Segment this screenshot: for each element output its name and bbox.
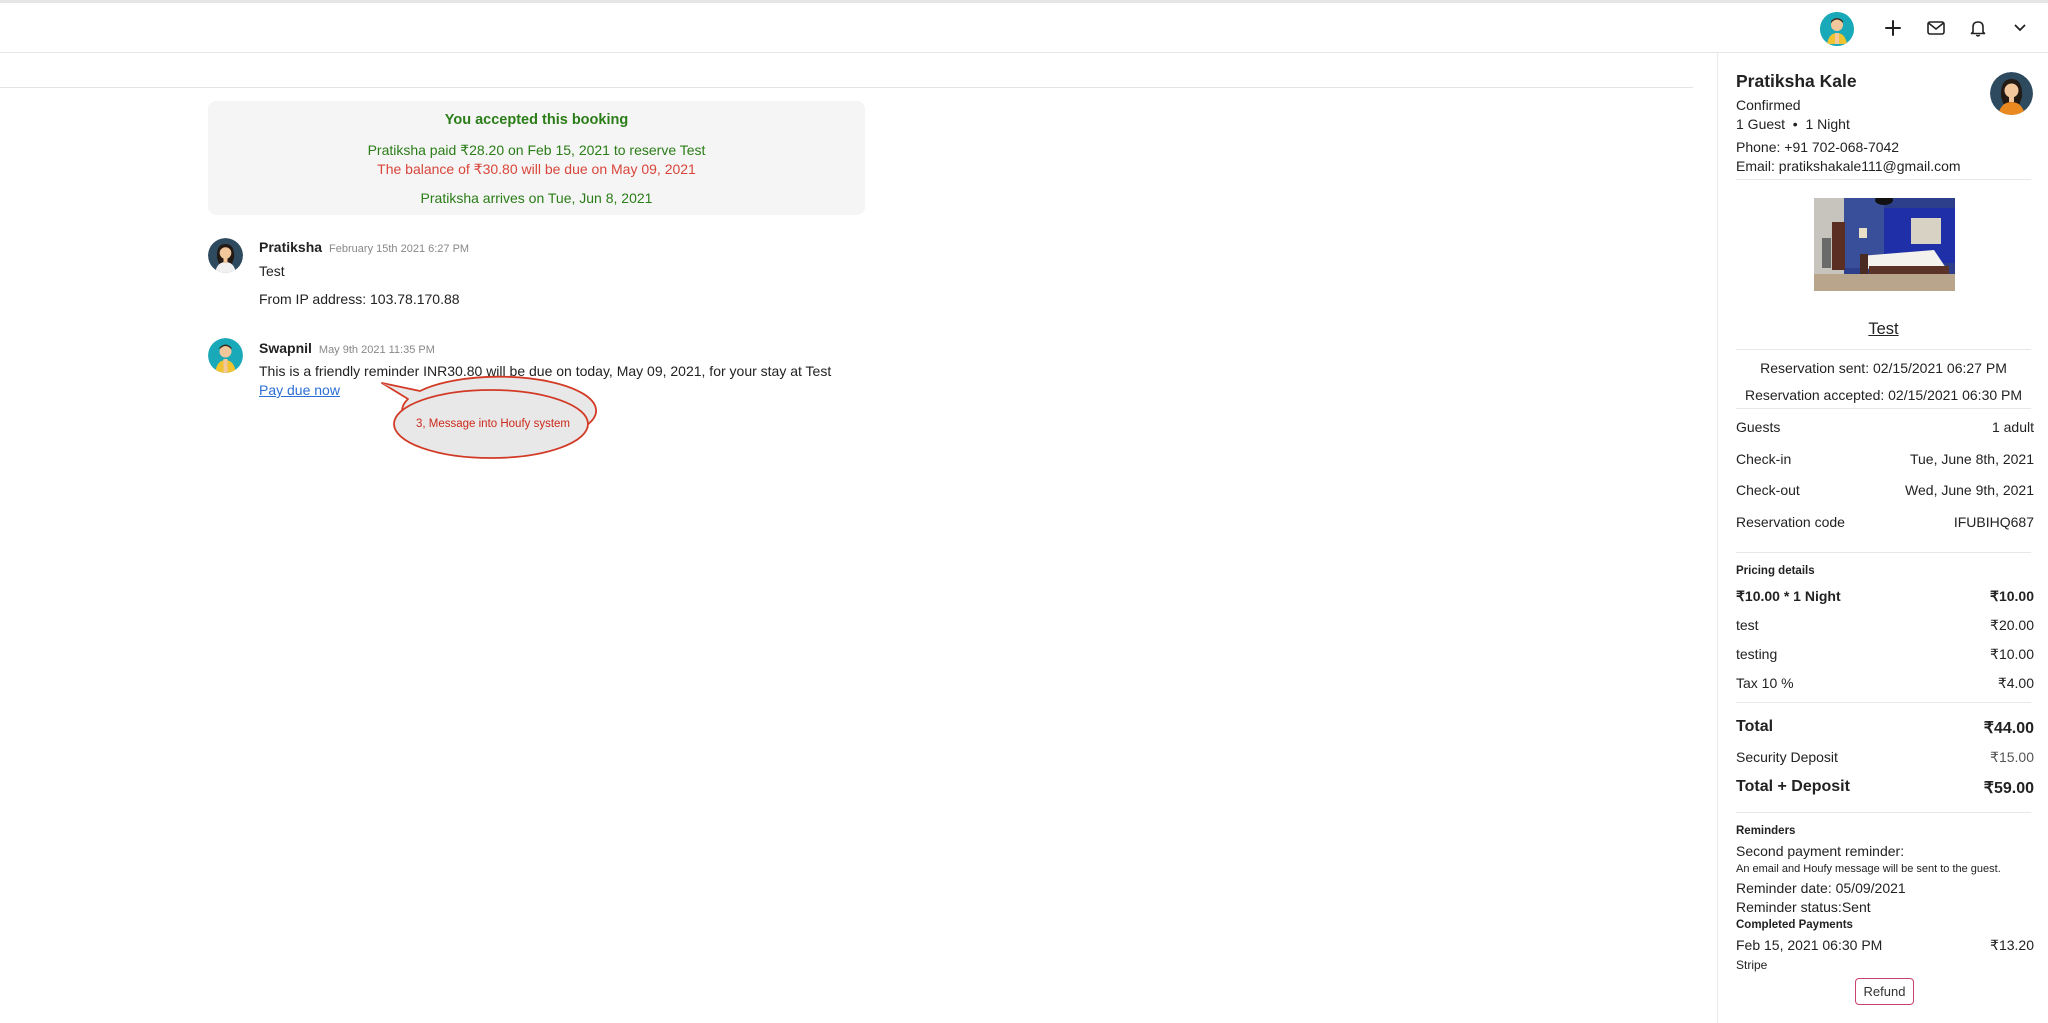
section-divider [1736, 702, 2031, 703]
chevron-down-icon[interactable] [2009, 17, 2031, 39]
message-timestamp: February 15th 2021 6:27 PM [329, 243, 470, 255]
detail-value-reservation-code: IFUBIHQ687 [1953, 514, 2034, 530]
booking-status: Confirmed [1736, 97, 1801, 113]
add-icon[interactable] [1882, 17, 1904, 39]
refund-button[interactable]: Refund [1855, 978, 1914, 1005]
detail-label-reservation-code: Reservation code [1736, 514, 1845, 530]
content-header-divider [0, 87, 1693, 88]
message-sender-name: Pratiksha [259, 239, 323, 255]
payment-date: Feb 15, 2021 06:30 PM [1736, 937, 1883, 953]
total-deposit-label: Total + Deposit [1736, 778, 1850, 795]
booking-status-card: You accepted this booking Pratiksha paid… [208, 101, 865, 215]
price-item-value: ₹10.00 [1990, 588, 2034, 604]
balance-due-line: The balance of ₹30.80 will be due on May… [377, 161, 696, 177]
payment-line: Pratiksha paid ₹28.20 on Feb 15, 2021 to… [367, 142, 706, 158]
detail-label-check-out: Check-out [1736, 482, 1800, 498]
price-item-label: test [1736, 617, 1759, 633]
section-divider [1736, 179, 2031, 180]
reminder-note: An email and Houfy message will be sent … [1736, 863, 2001, 875]
detail-value-check-in: Tue, June 8th, 2021 [1909, 451, 2034, 467]
mail-icon[interactable] [1925, 17, 1947, 39]
reminder-message-body: This is a friendly reminder INR30.80 wil… [259, 363, 832, 379]
bell-icon[interactable] [1967, 17, 1989, 39]
detail-value-guests: 1 adult [1991, 419, 2034, 435]
completed-payments-heading: Completed Payments [1736, 919, 1853, 931]
reminder-status: Reminder status:Sent [1736, 899, 1871, 915]
price-item-label: ₹10.00 * 1 Night [1736, 588, 1841, 604]
guest-name: Pratiksha Kale [1736, 71, 1857, 91]
pricing-heading: Pricing details [1736, 565, 1815, 577]
arrival-line: Pratiksha arrives on Tue, Jun 8, 2021 [420, 190, 653, 206]
reservation-sent: Reservation sent: 02/15/2021 06:27 PM [1760, 360, 2007, 376]
price-item-value: ₹10.00 [1990, 646, 2034, 662]
section-divider [1736, 812, 2031, 813]
price-item-value: ₹20.00 [1990, 617, 2034, 633]
payment-amount: ₹13.20 [1990, 937, 2034, 953]
sender-avatar [208, 238, 243, 273]
reminders-heading: Reminders [1736, 825, 1796, 837]
message-timestamp: May 9th 2021 11:35 PM [318, 344, 435, 356]
guest-email: Email: pratikshakale111@gmail.com [1736, 158, 1961, 174]
booking-accepted-title: You accepted this booking [444, 112, 629, 128]
total-value: ₹44.00 [1983, 720, 2034, 737]
message-sender: Pratiksha February 15th 2021 6:27 PM [259, 239, 469, 255]
pay-due-now-link[interactable]: Pay due now [259, 382, 340, 398]
price-item-label: testing [1736, 646, 1778, 662]
section-divider [1736, 349, 2031, 350]
sender-avatar [208, 338, 243, 373]
detail-label-guests: Guests [1736, 419, 1781, 435]
section-divider [1736, 408, 2031, 409]
message-sender: Swapnil May 9th 2021 11:35 PM [259, 340, 435, 356]
section-divider [1736, 552, 2031, 553]
user-avatar[interactable] [1820, 12, 1854, 46]
guests-nights-summary: 1 Guest • 1 Night [1736, 116, 1850, 132]
user-avatar-image [1820, 12, 1854, 46]
guest-avatar [1990, 72, 2033, 115]
security-deposit-label: Security Deposit [1736, 749, 1838, 765]
detail-label-check-in: Check-in [1736, 451, 1792, 467]
listing-title-link[interactable]: Test [1736, 320, 2031, 339]
total-deposit-value: ₹59.00 [1983, 780, 2034, 797]
message-sender-name: Swapnil [259, 340, 312, 356]
reminder-name: Second payment reminder: [1736, 843, 1905, 859]
message-body: Test [259, 263, 285, 279]
top-navigation-bar [0, 0, 2048, 53]
listing-photo [1814, 198, 1955, 291]
reminder-date: Reminder date: 05/09/2021 [1736, 880, 1906, 896]
guest-phone: Phone: +91 702-068-7042 [1736, 139, 1900, 155]
price-item-value: ₹4.00 [1997, 675, 2034, 691]
message-ip-address: From IP address: 103.78.170.88 [259, 291, 460, 307]
security-deposit-value: ₹15.00 [1990, 749, 2034, 765]
price-item-label: Tax 10 % [1736, 675, 1794, 691]
payment-method: Stripe [1736, 958, 1768, 972]
total-label: Total [1736, 718, 1774, 735]
reservation-accepted: Reservation accepted: 02/15/2021 06:30 P… [1744, 387, 2023, 403]
annotation-callout-text: 3, Message into Houfy system [415, 418, 571, 430]
detail-value-check-out: Wed, June 9th, 2021 [1905, 482, 2034, 498]
